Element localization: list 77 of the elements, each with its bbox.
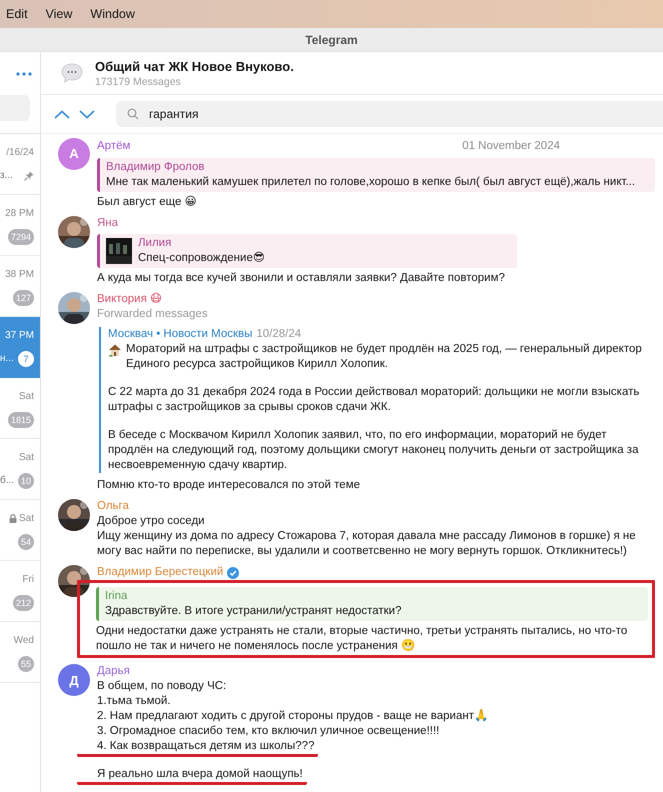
- chat-time: 28 PM: [5, 206, 34, 220]
- speech-bubble-icon: [61, 63, 83, 83]
- sender-name[interactable]: Яна: [97, 216, 118, 232]
- reply-author: Лилия: [138, 236, 172, 252]
- chat-time: Sat: [18, 390, 34, 404]
- message-text: 3. Огромадное спасибо тем, кто включил уличное освещение!!!!: [97, 724, 440, 740]
- forward-paragraph: С 22 марта до 31 декабря 2024 года в России действовал мораторий: дольщики не могли взыскать штрафы с застройщиков за срывы сроков сдачи ЖК.: [108, 385, 640, 416]
- forward-source[interactable]: Москвач • Новости Москвы: [108, 327, 252, 342]
- message-text: Помню кто-то вроде интересовался по этой теме: [97, 478, 361, 494]
- unread-badge: 7: [18, 350, 34, 366]
- unread-badge: 212: [12, 594, 34, 610]
- chat-list-item[interactable]: Sat 1815: [0, 378, 40, 439]
- chat-list-item[interactable]: Sat 54: [0, 500, 40, 561]
- chat-list-item[interactable]: 37 PM н... 7: [0, 317, 40, 378]
- sender-name[interactable]: Виктория 😷: [97, 292, 162, 308]
- menu-item[interactable]: Edit: [6, 4, 28, 24]
- chat-list-item[interactable]: 28 PM 7294: [0, 195, 40, 256]
- search-icon: [127, 108, 139, 120]
- message-text: Ищу женщину из дома по адресу Стожарова 7, которая давала мне рассаду Лимонов в горшке) я не могу вас найти по переписке, вы удалили и соответсвенно не могу вернуть горшок. Откликнитесь!): [97, 529, 637, 560]
- sender-name[interactable]: Владимир Берестецкий: [97, 565, 224, 580]
- chat-time: /16/24: [6, 146, 34, 160]
- reply-quote[interactable]: Владимир Фролов Мне так маленький камушек прилетел по голове,хорошо в кепке был( был август ещё),жаль никт...: [97, 158, 655, 192]
- message-text: А куда мы тогда все кучей звонили и оставляли заявки? Давайте повторим?: [97, 271, 506, 286]
- sender-name[interactable]: Артём: [97, 139, 130, 154]
- search-field[interactable]: гарантия: [116, 101, 663, 127]
- message-text: Я реально шла вчера домой наощупь!: [97, 767, 303, 782]
- message-text: Одни недостатки даже устранять не стали, вторые частично, третьи устранять пытались, но что-то пошло не так и ничего не поменялось после устранения 😬: [96, 624, 628, 654]
- reply-author: Irina: [105, 589, 128, 604]
- reply-author: Владимир Фролов: [106, 160, 206, 176]
- chat-list-item[interactable]: /16/24 з...: [0, 134, 40, 195]
- chat-time: Sat: [18, 512, 34, 526]
- message-text: Был август еще 😀: [97, 195, 198, 210]
- avatar: А: [58, 138, 90, 170]
- menu-item[interactable]: Window: [90, 4, 135, 24]
- chat-preview: н...: [0, 352, 14, 366]
- chat-preview: з...: [0, 169, 13, 183]
- reply-text: Мне так маленький камушек прилетел по голове,хорошо в кепке был( был август ещё),жаль никт...: [106, 175, 636, 190]
- message-text: Доброе утро соседи: [97, 514, 206, 530]
- chat-time: Fri: [22, 572, 34, 586]
- forward-date: 10/28/24: [256, 327, 302, 342]
- date-label: 01 November 2024: [462, 139, 560, 154]
- chat-time: 37 PM: [5, 328, 34, 342]
- reply-quote[interactable]: Irina Здравствуйте. В итоге устранили/устранят недостатки?: [96, 587, 648, 622]
- message-text: 2. Нам предлагают ходить с другой стороны прудов - ваще не вариант🙏: [97, 709, 489, 724]
- chat-preview: б...: [0, 474, 14, 488]
- message-text: 4. Как возвращаться детям из школы???: [97, 739, 314, 754]
- reply-text: Спец-сопровождение😎: [138, 251, 265, 266]
- chat-time: Wed: [14, 634, 34, 648]
- unread-badge: 54: [18, 534, 34, 550]
- sender-name[interactable]: Дарья: [97, 664, 130, 680]
- chevron-down-icon[interactable]: [79, 110, 95, 118]
- avatar: Д: [58, 664, 90, 696]
- unread-badge: 127: [12, 290, 34, 306]
- more-icon[interactable]: [16, 72, 32, 76]
- window-title: Telegram: [305, 32, 358, 48]
- chat-time: Sat: [18, 450, 34, 464]
- message-text: 1.тьма тьмой.: [97, 694, 172, 710]
- forward-paragraph: В беседе с Москвачом Кирилл Холопик заявил, что, по его информации, мораторий не будет продлён на следующий год, поэтому дольщики смогут наконец получить деньги от застройщика за несвоевременную сдачу квартир.: [108, 428, 640, 474]
- forwarded-label: Forwarded messages: [97, 307, 209, 322]
- chat-list-item[interactable]: Sat б... 10: [0, 439, 40, 500]
- chat-list-item[interactable]: Fri 212: [0, 561, 40, 622]
- unread-badge: 55: [18, 656, 34, 672]
- message-text: В общем, по поводу ЧС:: [97, 679, 228, 694]
- chat-title: Общий чат ЖК Новое Внуково.: [95, 58, 294, 74]
- unread-badge: 10: [18, 472, 34, 488]
- sender-name[interactable]: Ольга: [97, 499, 129, 514]
- unread-badge: 1815: [8, 412, 34, 428]
- chat-list-item[interactable]: Wed 55: [0, 622, 40, 683]
- chat-subtitle: 173179 Messages: [95, 74, 182, 88]
- chat-time: 38 PM: [5, 268, 34, 282]
- reply-quote[interactable]: Лилия Спец-сопровождение😎: [97, 234, 517, 268]
- reply-text: Здравствуйте. В итоге устранили/устранят недостатки?: [105, 604, 402, 620]
- house-icon: [108, 343, 122, 358]
- unread-badge: 7294: [8, 228, 34, 244]
- menu-item[interactable]: View: [46, 4, 72, 24]
- chevron-up-icon[interactable]: [54, 110, 70, 118]
- forward-paragraph: Мораторий на штрафы с застройщиков не будет продлён на 2025 год, — генеральный директор Единого ресурса застройщиков Кирилл Холопик.: [126, 342, 643, 372]
